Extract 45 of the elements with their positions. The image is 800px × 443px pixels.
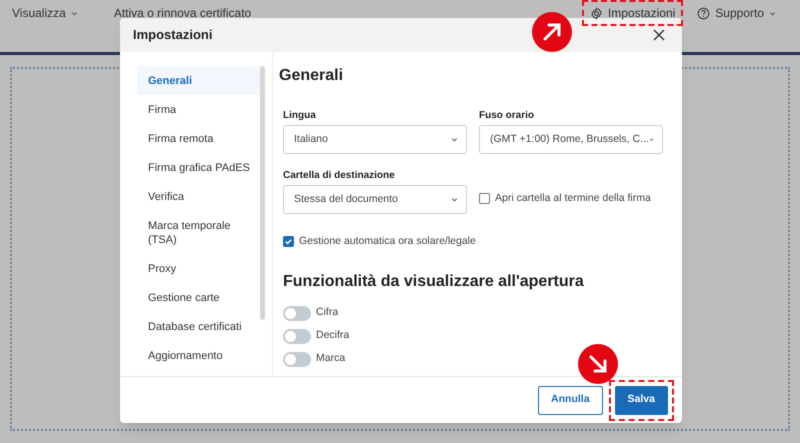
checkbox-label: Apri cartella al termine della firma <box>495 191 651 206</box>
checkbox[interactable] <box>283 236 294 248</box>
toggle-label: Marca <box>316 351 346 366</box>
caret-icon <box>769 10 776 16</box>
sidebar-item[interactable]: Firma grafica PAdES <box>137 153 260 182</box>
toggle-label: Decifra <box>316 328 350 344</box>
field-label: Fuso orario <box>479 109 536 120</box>
close-icon[interactable] <box>652 28 666 42</box>
toggle-switch[interactable] <box>283 352 311 367</box>
sidebar-item[interactable]: Gestione carte <box>137 283 260 312</box>
sidebar-item[interactable]: Verifica <box>137 182 260 211</box>
sidebar-item[interactable]: Firma remota <box>137 124 260 153</box>
toggle-switch[interactable] <box>283 306 311 321</box>
certificate-link[interactable]: Attiva o rinnova certificato <box>114 3 252 23</box>
caret-icon <box>648 136 654 143</box>
toggle-switch[interactable] <box>283 328 311 344</box>
gear-icon <box>590 6 603 20</box>
dropdown-field[interactable]: (GMT +1:00) Rome, Brussels, C... <box>479 125 663 154</box>
sidebar-item[interactable]: Marca temporale (TSA) <box>137 211 260 254</box>
dropdown-field[interactable]: Italiano <box>283 125 467 154</box>
scrollbar[interactable] <box>260 66 265 320</box>
caret-icon <box>70 10 78 16</box>
dropdown-field[interactable]: Stessa del documento <box>283 185 467 214</box>
save-button[interactable]: Salva <box>614 386 668 414</box>
section-title: Generali <box>279 66 344 86</box>
dialog-title: Impostazioni <box>133 26 212 44</box>
section-title: Funzionalità da visualizzare all'apertura <box>283 272 585 292</box>
checkbox[interactable] <box>479 193 490 204</box>
help-menu[interactable]: Supporto <box>697 3 776 23</box>
cancel-button[interactable]: Annulla <box>538 386 603 414</box>
arrow-badge-icon <box>578 344 618 384</box>
caret-icon <box>451 136 458 143</box>
caret-icon <box>451 196 458 203</box>
field-label: Cartella di destinazione <box>283 169 396 180</box>
sidebar-item[interactable]: Proxy <box>137 254 260 283</box>
sidebar-item[interactable]: Aggiornamento <box>137 341 260 370</box>
sidebar-item[interactable]: Firma <box>137 95 260 124</box>
field-label: Lingua <box>283 109 317 120</box>
sidebar-item[interactable]: Generali <box>137 66 260 95</box>
help-icon <box>697 6 710 20</box>
view-menu[interactable]: Visualizza <box>12 3 78 23</box>
toggle-label: Cifra <box>316 305 338 320</box>
sidebar-item[interactable]: Database certificati <box>137 312 260 341</box>
checkbox-label: Gestione automatica ora solare/legale <box>299 234 476 249</box>
settings-button[interactable]: Impostazioni <box>590 3 676 23</box>
